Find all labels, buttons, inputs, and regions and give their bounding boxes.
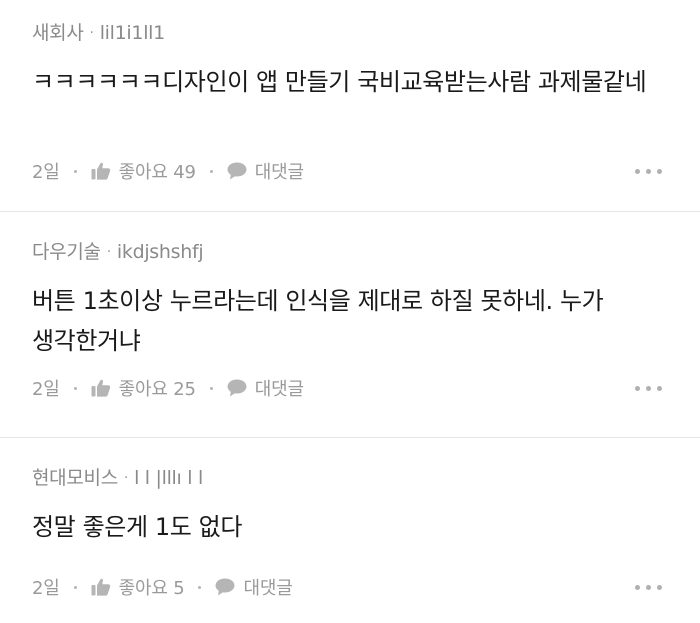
like-count: 좋아요 49 [118, 162, 196, 183]
like-button[interactable]: 좋아요 25 [91, 375, 196, 401]
thumbs-up-icon [91, 578, 110, 596]
speech-bubble-icon [215, 578, 235, 596]
action-separator [209, 169, 213, 173]
company-name[interactable]: 현대모비스 [32, 465, 118, 491]
comment-date: 2일 [32, 162, 60, 183]
nickname[interactable]: lil1i1ll1 [100, 20, 166, 46]
comment-date: 2일 [32, 379, 60, 400]
more-dots-icon [635, 385, 640, 391]
comment-text: 정말 좋은게 1도 없다 [32, 513, 242, 541]
action-separator [73, 169, 77, 173]
reply-label: 대댓글 [243, 578, 293, 599]
action-separator [73, 386, 77, 390]
meta-separator: · [89, 25, 94, 41]
more-options-button[interactable] [635, 380, 662, 397]
comment-list: 새회사 · lil1i1ll1 ㅋㅋㅋㅋㅋㅋ디자인이 앱 만들기 국비교육받는사… [0, 0, 700, 622]
meta-separator: · [106, 244, 111, 260]
more-options-button[interactable] [635, 163, 662, 180]
comment-item: 현대모비스 · l l |lllı l l 정말 좋은게 1도 없다 2일 좋아… [0, 438, 700, 622]
meta-separator: · [123, 470, 129, 486]
comment-item: 새회사 · lil1i1ll1 ㅋㅋㅋㅋㅋㅋ디자인이 앱 만들기 국비교육받는사… [0, 0, 700, 212]
thumbs-up-icon [91, 162, 110, 180]
company-name[interactable]: 다우기술 [32, 239, 101, 265]
company-name[interactable]: 새회사 [32, 20, 84, 46]
comment-text: 버튼 1초이상 누르라는데 인식을 제대로 하질 못하네. 누가 생각한거냐 [32, 287, 611, 355]
speech-bubble-icon [227, 379, 247, 397]
comment-actions: 2일 좋아요 25 대댓글 [32, 375, 662, 401]
comment-date: 2일 [32, 578, 60, 599]
comment-meta: 현대모비스 · l l |lllı l l [32, 465, 668, 491]
nickname[interactable]: l l |lllı l l [134, 465, 203, 491]
reply-button[interactable]: 대댓글 [227, 375, 304, 401]
reply-button[interactable]: 대댓글 [215, 574, 293, 600]
reply-button[interactable]: 대댓글 [227, 158, 304, 184]
comment-actions: 2일 좋아요 49 대댓글 [32, 158, 662, 184]
comment-text: ㅋㅋㅋㅋㅋㅋ디자인이 앱 만들기 국비교육받는사람 과제물같네 [32, 68, 647, 96]
nickname[interactable]: ikdjshshfj [117, 239, 204, 265]
action-separator [198, 585, 202, 589]
comment-item: 다우기술 · ikdjshshfj 버튼 1초이상 누르라는데 인식을 제대로 … [0, 212, 700, 438]
like-count: 좋아요 5 [118, 578, 185, 599]
more-dots-icon [635, 584, 640, 590]
reply-label: 대댓글 [254, 162, 304, 183]
action-separator [73, 585, 77, 589]
thumbs-up-icon [91, 379, 110, 397]
comment-actions: 2일 좋아요 5 대댓글 [32, 574, 662, 600]
like-button[interactable]: 좋아요 5 [91, 574, 185, 600]
more-dots-icon [635, 168, 640, 174]
speech-bubble-icon [227, 162, 247, 180]
action-separator [209, 386, 213, 390]
like-button[interactable]: 좋아요 49 [91, 158, 196, 184]
like-count: 좋아요 25 [118, 379, 196, 400]
comment-meta: 새회사 · lil1i1ll1 [32, 20, 668, 46]
more-options-button[interactable] [635, 579, 662, 596]
reply-label: 대댓글 [254, 379, 304, 400]
comment-meta: 다우기술 · ikdjshshfj [32, 239, 668, 265]
